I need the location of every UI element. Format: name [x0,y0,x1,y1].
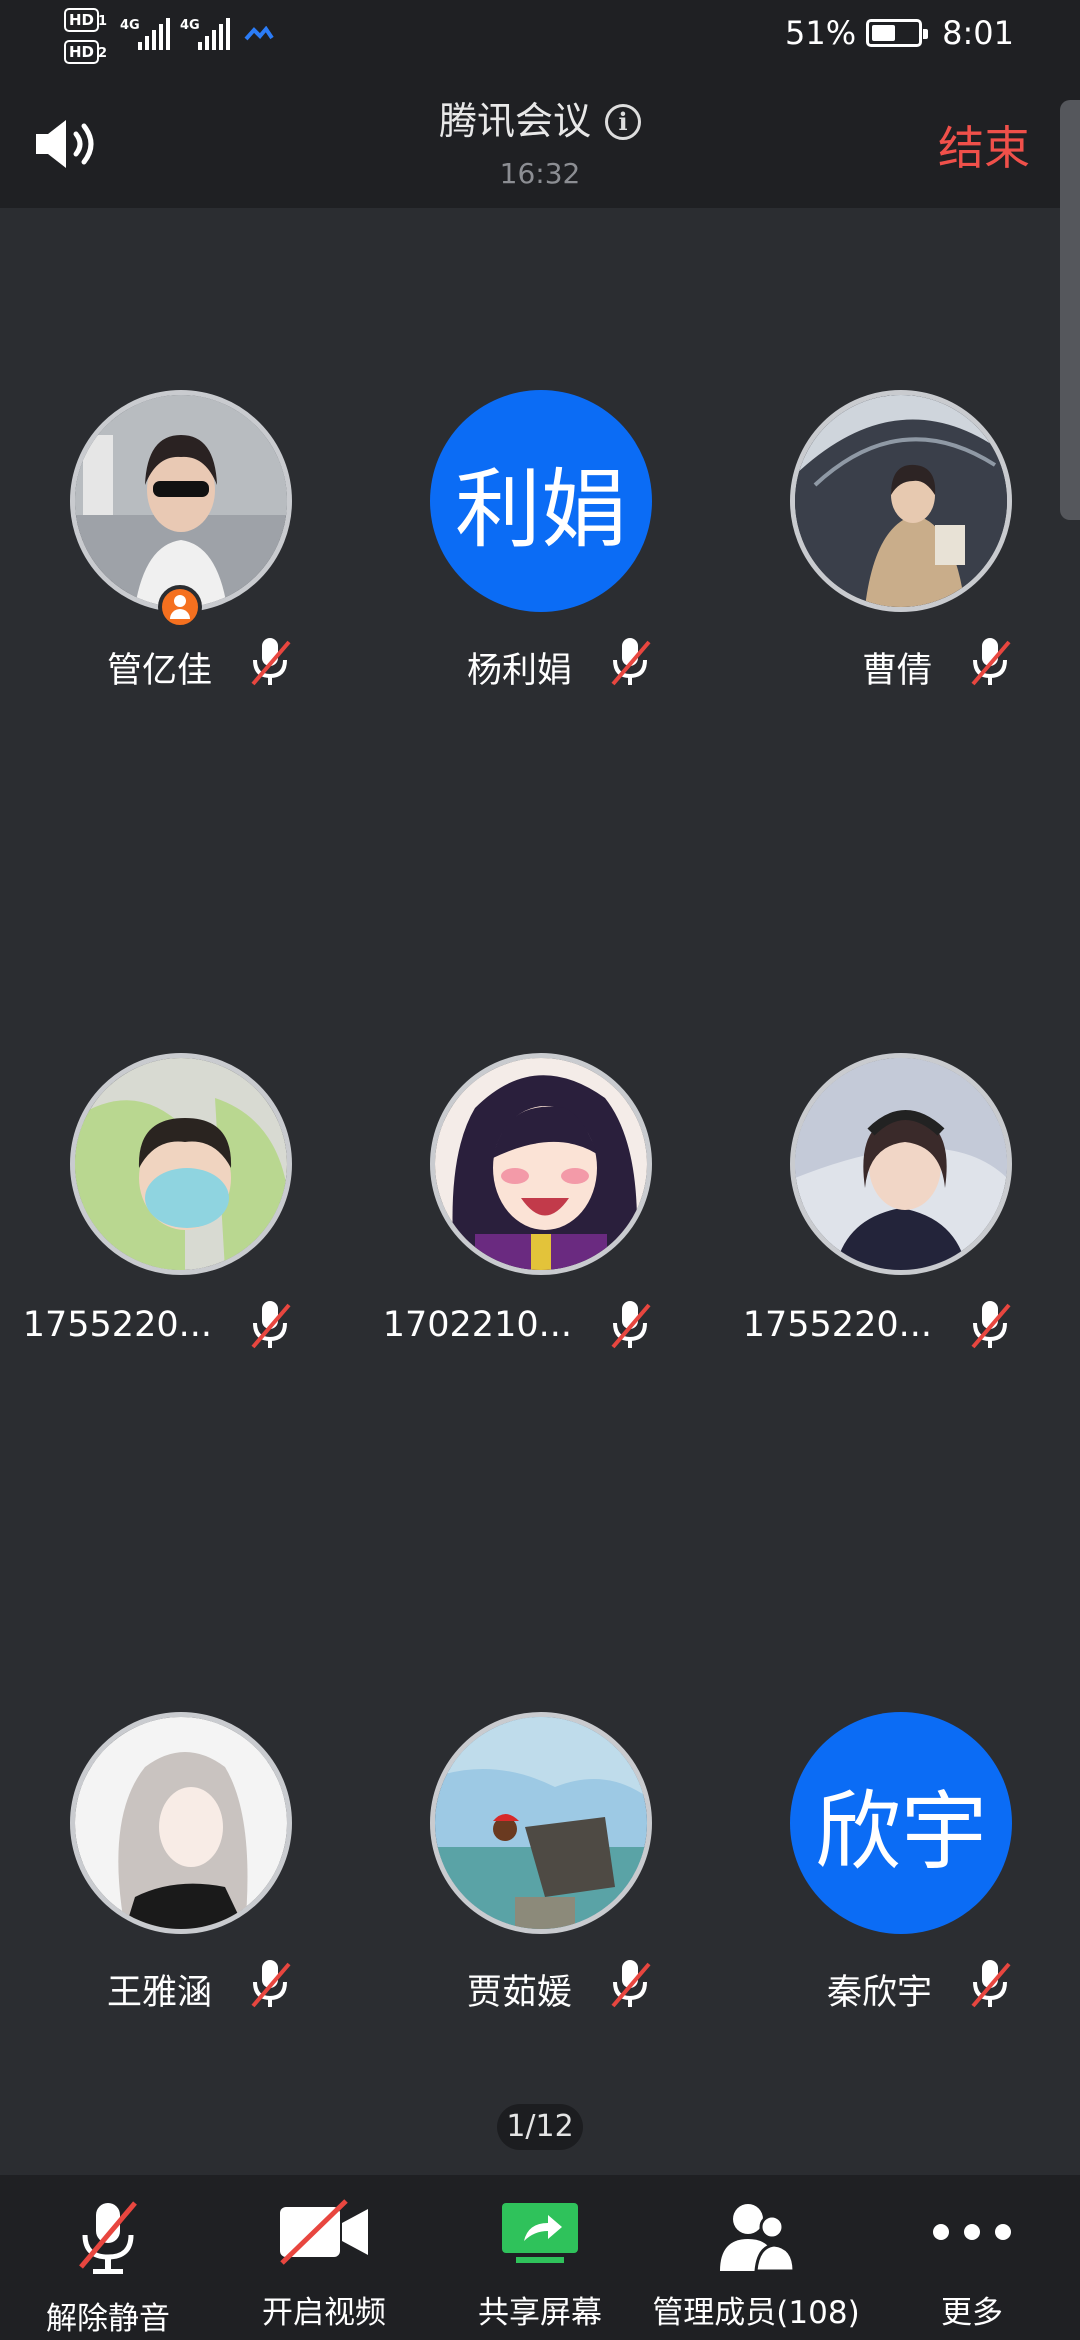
info-icon[interactable]: i [605,104,641,140]
battery-percent: 51% [785,14,857,52]
more-label: 更多 [941,2295,1003,2331]
participant-tile[interactable]: 欣宇 秦欣宇 [720,1712,1080,2032]
participant-name-row: 管亿佳 [0,632,360,692]
more-dots-icon [933,2224,1011,2240]
participant-name-row: 贾茹媛 [360,1954,720,2014]
avatar [70,1712,292,1934]
unmute-label: 解除静音 [46,2301,170,2337]
more-button[interactable]: 更多 [864,2175,1080,2340]
avatar: 利娟 [430,390,652,612]
participant-name: 秦欣宇 [826,1973,932,2013]
start-video-label: 开启视频 [262,2295,386,2331]
participant-tile[interactable]: 贾茹媛 [360,1712,720,2032]
mic-muted-icon [611,1960,651,2008]
end-meeting-button[interactable]: 结束 [938,112,1030,178]
manage-members-button[interactable]: 管理成员(108) [648,2175,864,2340]
mic-muted-icon [251,1301,291,1349]
mic-muted-icon [611,638,651,686]
participant-name-row: 1755220... [0,1295,360,1355]
meeting-title: 腾讯会议 [438,99,591,143]
share-screen-icon [502,2203,578,2263]
avatar [70,1053,292,1275]
manage-members-label: 管理成员(108) [652,2295,860,2331]
mic-muted-icon [79,2201,137,2274]
share-screen-button[interactable]: 共享屏幕 [432,2175,648,2340]
participant-tile[interactable]: 1755220... [720,1053,1080,1373]
start-video-button[interactable]: 开启视频 [216,2175,432,2340]
meeting-header: 腾讯会议 i 16:32 结束 [0,78,1080,208]
participant-name: 杨利娟 [466,651,572,691]
clock: 8:01 [942,14,1014,52]
meeting-toolbar: 解除静音 开启视频 共享屏幕 管理成员(108) 更多 [0,2175,1080,2340]
mic-muted-icon [971,638,1011,686]
avatar [70,390,292,612]
hd-indicator-1: HD [64,8,100,32]
avatar [430,1053,652,1275]
participant-tile[interactable]: 王雅涵 [0,1712,360,2032]
share-screen-label: 共享屏幕 [478,2295,602,2331]
battery-fill [872,25,895,41]
participant-name-row: 1755220... [720,1295,1080,1355]
participant-name-row: 杨利娟 [360,632,720,692]
participant-tile[interactable]: 1702210... [360,1053,720,1373]
mic-muted-icon [971,1960,1011,2008]
participant-tile[interactable]: 曹倩 [720,390,1080,710]
participant-tile[interactable]: 利娟 杨利娟 [360,390,720,710]
participant-tile[interactable]: 管亿佳 [0,390,360,710]
page-indicator: 1/12 [497,2104,583,2150]
participant-tile[interactable]: 1755220... [0,1053,360,1373]
participant-name: 曹倩 [861,651,932,691]
status-right: 51% 8:01 [785,14,1014,52]
participant-name: 1755220... [742,1305,932,1345]
avatar: 欣宇 [790,1712,1012,1934]
participant-name: 1755220... [22,1305,212,1345]
signal-icon-2 [198,16,230,50]
status-bar: HD 1 HD 2 4G 4G 51% 8:01 [0,0,1080,78]
hd-indicator-2: HD [64,40,100,64]
participant-name: 王雅涵 [106,1973,212,2013]
hd-indicator-1-sub: 1 [98,14,108,29]
mic-muted-icon [611,1301,651,1349]
meeting-timer: 16:32 [499,157,581,190]
mic-muted-icon [971,1301,1011,1349]
hd-indicator-2-sub: 2 [98,46,108,61]
network-type-1: 4G [120,18,140,33]
avatar [790,390,1012,612]
participant-name: 管亿佳 [106,651,212,691]
participant-name-row: 1702210... [360,1295,720,1355]
participant-name-row: 曹倩 [720,632,1080,692]
mic-muted-icon [251,638,291,686]
participant-name: 1702210... [382,1305,572,1345]
participant-name: 贾茹媛 [466,1973,572,2013]
avatar [790,1053,1012,1275]
unmute-button[interactable]: 解除静音 [0,2175,216,2340]
participant-name-row: 王雅涵 [0,1954,360,2014]
network-type-2: 4G [180,18,200,33]
battery-icon [866,19,929,47]
mic-muted-icon [251,1960,291,2008]
video-off-icon [280,2199,368,2265]
meeting-app-icon [244,26,274,41]
signal-icon-1 [138,16,170,50]
participant-name-row: 秦欣宇 [720,1954,1080,2014]
host-badge-icon [158,585,202,629]
meeting-title-area: 腾讯会议 i 16:32 [0,90,1080,190]
members-icon [720,2204,796,2273]
avatar [430,1712,652,1934]
